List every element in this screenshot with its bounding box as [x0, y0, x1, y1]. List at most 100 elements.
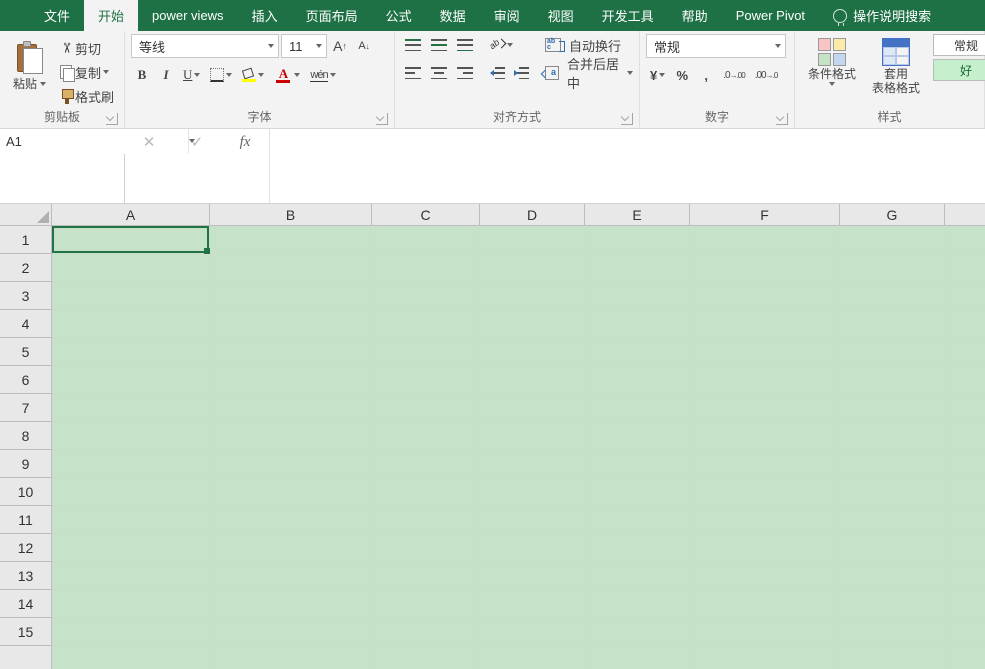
cell[interactable]: [480, 450, 585, 478]
cell[interactable]: [480, 646, 585, 669]
cell[interactable]: [840, 366, 945, 394]
increase-decimal-button[interactable]: .0→.00: [719, 64, 748, 86]
cell[interactable]: [52, 562, 210, 590]
cell[interactable]: [52, 226, 210, 254]
row-header-7[interactable]: 7: [0, 394, 52, 422]
increase-font-button[interactable]: A↑: [329, 35, 351, 57]
row-header-5[interactable]: 5: [0, 338, 52, 366]
copy-button[interactable]: 复制: [55, 61, 118, 83]
cell[interactable]: [372, 394, 480, 422]
cell[interactable]: [372, 282, 480, 310]
cell[interactable]: [52, 450, 210, 478]
confirm-entry-button[interactable]: ✓: [173, 132, 221, 152]
cell[interactable]: [945, 366, 985, 394]
cell[interactable]: [585, 534, 690, 562]
wrap-text-button[interactable]: 自动换行: [541, 34, 637, 56]
cell[interactable]: [210, 534, 372, 562]
cell[interactable]: [945, 590, 985, 618]
column-header-F[interactable]: F: [690, 204, 840, 226]
cell[interactable]: [585, 338, 690, 366]
tab-pagelayout[interactable]: 页面布局: [292, 0, 372, 31]
cell[interactable]: [690, 618, 840, 646]
cell[interactable]: [840, 282, 945, 310]
column-header-D[interactable]: D: [480, 204, 585, 226]
row-header-14[interactable]: 14: [0, 590, 52, 618]
cell[interactable]: [585, 478, 690, 506]
cell[interactable]: [372, 646, 480, 669]
cell[interactable]: [372, 254, 480, 282]
row-header-6[interactable]: 6: [0, 366, 52, 394]
phonetic-button[interactable]: wén: [306, 64, 339, 86]
select-all-corner[interactable]: [0, 204, 52, 226]
cell[interactable]: [372, 226, 480, 254]
cell[interactable]: [585, 254, 690, 282]
clipboard-launcher[interactable]: [106, 113, 118, 125]
cell[interactable]: [52, 534, 210, 562]
tab-view[interactable]: 视图: [534, 0, 588, 31]
cell[interactable]: [690, 534, 840, 562]
cell[interactable]: [945, 646, 985, 669]
cell[interactable]: [840, 394, 945, 422]
bold-button[interactable]: B: [131, 64, 153, 86]
cell[interactable]: [840, 506, 945, 534]
cell[interactable]: [945, 310, 985, 338]
column-header-A[interactable]: A: [52, 204, 210, 226]
cell[interactable]: [690, 562, 840, 590]
cell[interactable]: [690, 226, 840, 254]
percent-button[interactable]: %: [671, 64, 693, 86]
tell-me-search[interactable]: 操作说明搜索: [819, 0, 945, 31]
cell[interactable]: [52, 478, 210, 506]
cell[interactable]: [210, 310, 372, 338]
tab-file[interactable]: 文件: [30, 0, 84, 31]
cell[interactable]: [690, 506, 840, 534]
border-button[interactable]: [206, 64, 236, 86]
fill-color-button[interactable]: [238, 64, 268, 86]
cell[interactable]: [480, 534, 585, 562]
cell[interactable]: [480, 618, 585, 646]
row-header-9[interactable]: 9: [0, 450, 52, 478]
cell[interactable]: [52, 338, 210, 366]
cell[interactable]: [585, 226, 690, 254]
cell[interactable]: [945, 338, 985, 366]
cell[interactable]: [372, 478, 480, 506]
row-header-8[interactable]: 8: [0, 422, 52, 450]
cell[interactable]: [945, 450, 985, 478]
cell[interactable]: [945, 422, 985, 450]
cut-button[interactable]: ✂ 剪切: [55, 37, 118, 59]
align-center-button[interactable]: [427, 62, 451, 84]
align-middle-button[interactable]: [427, 34, 451, 56]
column-header-E[interactable]: E: [585, 204, 690, 226]
cell[interactable]: [585, 282, 690, 310]
tab-formulas[interactable]: 公式: [372, 0, 426, 31]
cell[interactable]: [52, 422, 210, 450]
cell[interactable]: [945, 282, 985, 310]
cell[interactable]: [840, 646, 945, 669]
column-header-G[interactable]: G: [840, 204, 945, 226]
cell[interactable]: [480, 366, 585, 394]
cancel-entry-button[interactable]: ✕: [125, 132, 173, 152]
cell[interactable]: [840, 310, 945, 338]
align-right-button[interactable]: [453, 62, 477, 84]
tab-review[interactable]: 审阅: [480, 0, 534, 31]
cell[interactable]: [372, 618, 480, 646]
cell[interactable]: [840, 422, 945, 450]
row-header-13[interactable]: 13: [0, 562, 52, 590]
underline-button[interactable]: U: [179, 64, 204, 86]
cell[interactable]: [480, 394, 585, 422]
cell[interactable]: [585, 394, 690, 422]
row-header-10[interactable]: 10: [0, 478, 52, 506]
cell[interactable]: [52, 282, 210, 310]
cell[interactable]: [945, 562, 985, 590]
cell[interactable]: [840, 618, 945, 646]
cell[interactable]: [372, 366, 480, 394]
row-header-15[interactable]: 15: [0, 618, 52, 646]
number-launcher[interactable]: [776, 113, 788, 125]
cell[interactable]: [945, 226, 985, 254]
font-size-select[interactable]: 11: [281, 34, 327, 58]
currency-button[interactable]: ¥: [646, 64, 669, 86]
cell[interactable]: [690, 450, 840, 478]
cell[interactable]: [210, 478, 372, 506]
formula-input[interactable]: [270, 129, 985, 203]
cell[interactable]: [585, 310, 690, 338]
cell[interactable]: [52, 394, 210, 422]
